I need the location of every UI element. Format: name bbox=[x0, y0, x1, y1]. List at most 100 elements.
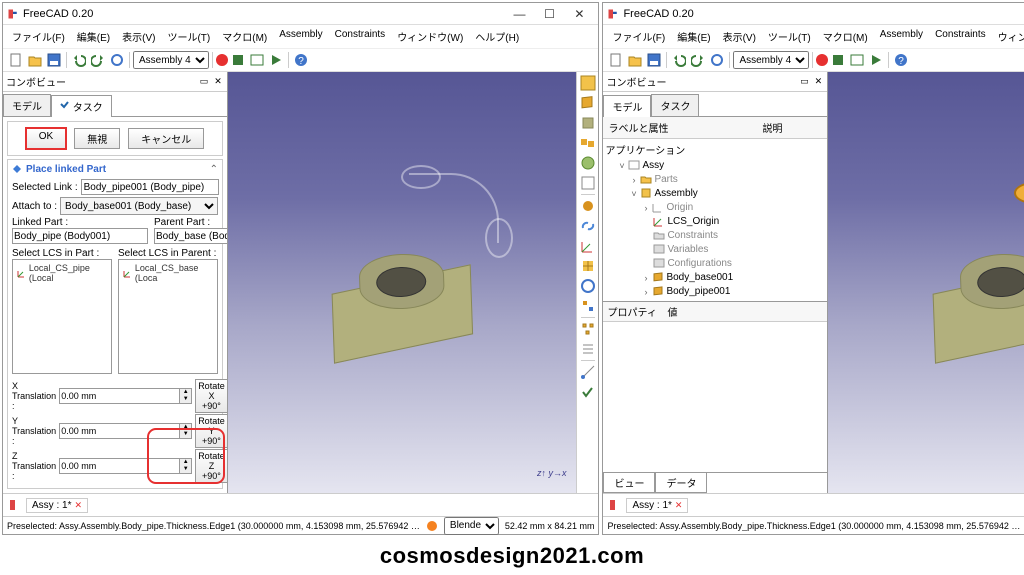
menu-macro[interactable]: マクロ(M) bbox=[217, 27, 272, 46]
tab-task[interactable]: タスク bbox=[651, 94, 699, 116]
redo-icon[interactable] bbox=[89, 51, 107, 69]
tree-app[interactable]: アプリケーション bbox=[605, 141, 825, 158]
workbench-combo[interactable]: Assembly 4 bbox=[733, 51, 809, 69]
save-icon[interactable] bbox=[45, 51, 63, 69]
save-icon[interactable] bbox=[645, 51, 663, 69]
undo-icon[interactable] bbox=[670, 51, 688, 69]
asm-lcs-icon[interactable] bbox=[579, 237, 597, 255]
asm-measure-icon[interactable] bbox=[579, 363, 597, 381]
menu-assembly[interactable]: Assembly bbox=[274, 27, 327, 46]
undo-icon[interactable] bbox=[70, 51, 88, 69]
lcs-parent-list[interactable]: Local_CS_base (Loca bbox=[118, 259, 218, 374]
menu-edit[interactable]: 編集(E) bbox=[672, 27, 715, 46]
run-macro-icon[interactable] bbox=[267, 51, 285, 69]
tree-lcs[interactable]: LCS_Origin bbox=[605, 214, 825, 228]
asm-body-icon[interactable] bbox=[579, 114, 597, 132]
menu-macro[interactable]: マクロ(M) bbox=[818, 27, 873, 46]
menu-view[interactable]: 表示(V) bbox=[718, 27, 761, 46]
whatsthis-icon[interactable]: ? bbox=[292, 51, 310, 69]
macros-icon[interactable] bbox=[248, 51, 266, 69]
new-icon[interactable] bbox=[607, 51, 625, 69]
minimize-button[interactable]: — bbox=[504, 5, 534, 23]
linked-part-input[interactable] bbox=[12, 228, 148, 244]
macros-icon[interactable] bbox=[848, 51, 866, 69]
asm-solve-icon[interactable] bbox=[579, 277, 597, 295]
record-icon[interactable] bbox=[816, 54, 828, 66]
asm-place-icon[interactable] bbox=[579, 257, 597, 275]
asm-insert-icon[interactable] bbox=[579, 154, 597, 172]
redo-icon[interactable] bbox=[689, 51, 707, 69]
rotate-y-button[interactable]: Rotate Y +90° bbox=[195, 414, 227, 448]
maximize-button[interactable]: ☐ bbox=[534, 5, 564, 23]
tree-origin[interactable]: ›Origin bbox=[605, 200, 825, 214]
doc-tab-close-icon[interactable]: ✕ bbox=[74, 500, 82, 511]
run-macro-icon[interactable] bbox=[867, 51, 885, 69]
menu-window[interactable]: ウィンドウ(W) bbox=[392, 27, 468, 46]
tab-task[interactable]: タスク bbox=[51, 95, 112, 117]
selected-link-input[interactable] bbox=[81, 179, 219, 195]
tree-parts[interactable]: ›Parts bbox=[605, 172, 825, 186]
open-icon[interactable] bbox=[26, 51, 44, 69]
record-icon[interactable] bbox=[216, 54, 228, 66]
lcs-part-item[interactable]: Local_CS_pipe (Local bbox=[15, 262, 109, 284]
close-button[interactable]: ✕ bbox=[564, 5, 594, 23]
asm-new-icon[interactable] bbox=[579, 74, 597, 92]
tree-constraints[interactable]: Constraints bbox=[605, 228, 825, 242]
refresh-icon[interactable] bbox=[108, 51, 126, 69]
menu-tools[interactable]: ツール(T) bbox=[162, 27, 215, 46]
tree-variables[interactable]: Variables bbox=[605, 242, 825, 256]
menu-help[interactable]: ヘルプ(H) bbox=[470, 27, 524, 46]
asm-config-icon[interactable] bbox=[579, 340, 597, 358]
tab-model[interactable]: モデル bbox=[603, 95, 651, 117]
panel-float-icon[interactable]: ▭ bbox=[198, 76, 210, 88]
doc-tab-close-icon[interactable]: ✕ bbox=[675, 500, 683, 511]
parent-part-input[interactable] bbox=[154, 228, 227, 244]
3d-viewport[interactable]: z↑ y→x bbox=[228, 72, 576, 493]
bottom-tab-view[interactable]: ビュー bbox=[603, 473, 655, 493]
menu-file[interactable]: ファイル(F) bbox=[7, 27, 70, 46]
menu-edit[interactable]: 編集(E) bbox=[72, 27, 115, 46]
asm-tree-icon[interactable] bbox=[579, 320, 597, 338]
stop-icon[interactable] bbox=[829, 51, 847, 69]
menu-window[interactable]: ウィンドウ(W) bbox=[993, 27, 1024, 46]
rotate-x-button[interactable]: Rotate X +90° bbox=[195, 379, 227, 413]
lcs-parent-item[interactable]: Local_CS_base (Loca bbox=[121, 262, 215, 284]
menu-assembly[interactable]: Assembly bbox=[875, 27, 928, 46]
ignore-button[interactable]: 無視 bbox=[74, 128, 120, 149]
tree-body-pipe[interactable]: ›Body_pipe001 bbox=[605, 284, 825, 298]
3d-viewport[interactable]: z↑ y→x bbox=[828, 72, 1024, 493]
tree-assy[interactable]: ˅Assy bbox=[605, 158, 825, 172]
refresh-icon[interactable] bbox=[708, 51, 726, 69]
panel-close-icon[interactable]: ✕ bbox=[212, 76, 224, 88]
titlebar[interactable]: FreeCAD 0.20 — ☐ ✕ bbox=[3, 3, 598, 25]
asm-variant-icon[interactable] bbox=[579, 297, 597, 315]
lcs-part-list[interactable]: Local_CS_pipe (Local bbox=[12, 259, 112, 374]
tree-assembly[interactable]: ˅Assembly bbox=[605, 186, 825, 200]
tab-model[interactable]: モデル bbox=[3, 94, 51, 116]
cancel-button[interactable]: キャンセル bbox=[128, 128, 204, 149]
workbench-combo[interactable]: Assembly 4 bbox=[133, 51, 209, 69]
doc-tab[interactable]: Assy : 1*✕ bbox=[26, 498, 88, 513]
bottom-tab-data[interactable]: データ bbox=[655, 473, 707, 493]
tree-body-base[interactable]: ›Body_base001 bbox=[605, 270, 825, 284]
menu-view[interactable]: 表示(V) bbox=[117, 27, 160, 46]
nav-style-icon[interactable] bbox=[426, 520, 438, 532]
nav-style-combo[interactable]: Blender bbox=[444, 517, 499, 535]
ztrans-input[interactable] bbox=[59, 458, 180, 474]
ytrans-input[interactable] bbox=[59, 423, 180, 439]
menu-file[interactable]: ファイル(F) bbox=[607, 27, 670, 46]
asm-group-icon[interactable] bbox=[579, 134, 597, 152]
attach-to-select[interactable]: Body_base001 (Body_base) bbox=[60, 197, 218, 215]
model-tree[interactable]: アプリケーション ˅Assy ›Parts ˅Assembly ›Origin … bbox=[603, 139, 827, 301]
whatsthis-icon[interactable]: ? bbox=[892, 51, 910, 69]
asm-part-icon[interactable] bbox=[579, 94, 597, 112]
asm-check-icon[interactable] bbox=[579, 383, 597, 401]
rotate-z-button[interactable]: Rotate Z +90° bbox=[195, 449, 227, 483]
panel-close-icon[interactable]: ✕ bbox=[812, 76, 824, 88]
xtrans-input[interactable] bbox=[59, 388, 180, 404]
menu-constraints[interactable]: Constraints bbox=[330, 27, 391, 46]
doc-tab[interactable]: Assy : 1*✕ bbox=[626, 498, 688, 513]
menu-tools[interactable]: ツール(T) bbox=[763, 27, 816, 46]
asm-shape-icon[interactable] bbox=[579, 174, 597, 192]
asm-fastener-icon[interactable] bbox=[579, 197, 597, 215]
